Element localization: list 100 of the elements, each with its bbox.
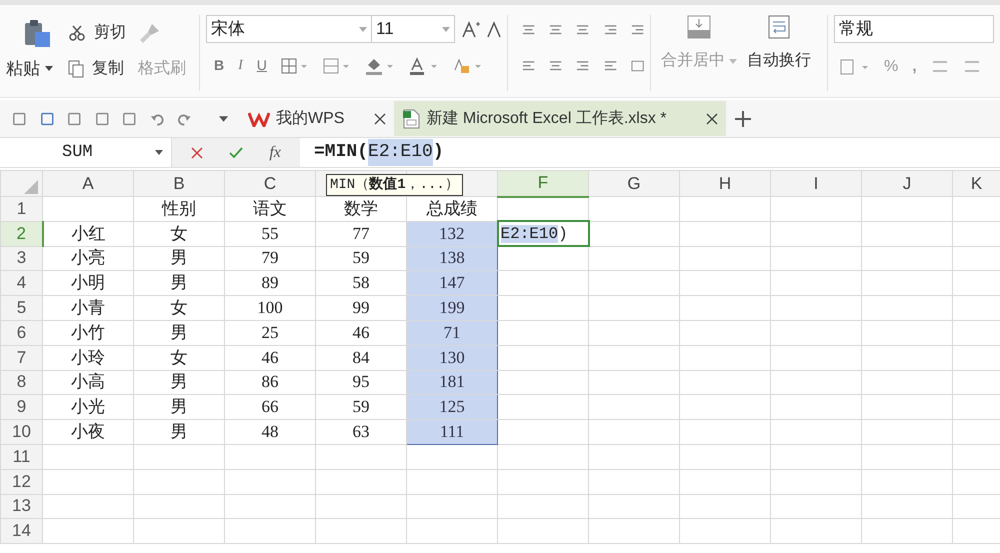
column-header[interactable]: C <box>224 170 316 196</box>
wrap-text-icon <box>768 15 790 39</box>
table-cell: 女 <box>134 345 224 370</box>
table-cell: 小红 <box>42 221 134 246</box>
table-cell: 男 <box>134 370 224 395</box>
table-cell: 男 <box>134 394 224 420</box>
table-cell: 89 <box>224 270 316 296</box>
table-cell: 199 <box>406 296 498 320</box>
column-header[interactable]: J <box>862 170 952 196</box>
table-cell: 小光 <box>42 394 134 420</box>
copy-icon <box>68 60 84 78</box>
dropdown-arrow-icon[interactable] <box>218 116 228 122</box>
fill-color-icon[interactable] <box>364 56 395 74</box>
column-header[interactable]: G <box>588 170 680 196</box>
row-header[interactable]: 11 <box>0 444 42 470</box>
row-header[interactable]: 1 <box>0 196 42 222</box>
table-cell: 语文 <box>224 196 316 222</box>
italic-button[interactable]: I <box>238 55 243 76</box>
row-header[interactable]: 8 <box>0 370 42 395</box>
table-cell: 86 <box>224 370 316 395</box>
font-name-field[interactable]: 宋体 <box>206 15 372 43</box>
table-cell: 男 <box>134 320 224 346</box>
number-format-field[interactable]: 常规 <box>834 15 994 43</box>
table-cell: 95 <box>316 370 406 395</box>
insert-function-button[interactable]: fx <box>269 140 281 164</box>
merge-center-icon <box>687 15 711 39</box>
table-cell: 77 <box>316 221 406 246</box>
row-header[interactable]: 2 <box>0 221 42 246</box>
row-header[interactable]: 6 <box>0 320 42 346</box>
column-header[interactable]: A <box>42 170 134 196</box>
row-header[interactable]: 14 <box>0 518 42 544</box>
table-cell: 138 <box>406 246 498 271</box>
column-header[interactable]: K <box>952 170 1000 196</box>
caret-icon <box>729 58 737 64</box>
merge-cells-icon[interactable] <box>322 58 351 74</box>
table-cell: 111 <box>406 420 498 444</box>
row-header[interactable]: 5 <box>0 296 42 320</box>
close-icon <box>706 112 718 124</box>
shrink-font-icon[interactable] <box>487 19 501 39</box>
table-cell: 48 <box>224 420 316 444</box>
table-cell: 小亮 <box>42 246 134 271</box>
bold-button[interactable]: B <box>214 55 224 76</box>
grow-font-icon[interactable] <box>461 19 481 39</box>
table-cell: 数学 <box>316 196 406 222</box>
table-cell: 46 <box>316 320 406 346</box>
row-header[interactable]: 3 <box>0 246 42 271</box>
column-header[interactable]: F <box>498 170 588 196</box>
table-cell: 小青 <box>42 296 134 320</box>
formula-field[interactable]: =MIN(E2:E10) <box>300 138 1000 167</box>
document-tab[interactable]: 我的WPS <box>240 101 394 136</box>
table-cell: 25 <box>224 320 316 346</box>
table-cell[interactable]: E2:E10) <box>498 221 588 246</box>
table-cell: 小高 <box>42 370 134 395</box>
w-logo-icon <box>248 110 270 126</box>
select-all-icon[interactable] <box>24 180 38 194</box>
clear-format-icon[interactable] <box>452 56 483 74</box>
table-cell: 性别 <box>134 196 224 222</box>
cut-button[interactable]: 剪切 <box>68 21 138 45</box>
row-header[interactable]: 9 <box>0 394 42 420</box>
scissors-icon <box>68 24 86 42</box>
underline-button[interactable]: U <box>256 55 267 76</box>
table-cell: 63 <box>316 420 406 444</box>
close-icon <box>374 112 386 124</box>
confirm-icon[interactable] <box>229 146 244 158</box>
table-cell: 男 <box>134 420 224 444</box>
row-header[interactable]: 12 <box>0 469 42 494</box>
column-header[interactable]: B <box>134 170 224 196</box>
font-size-field[interactable]: 11 <box>371 15 455 43</box>
document-tab[interactable]: 新建 Microsoft Excel 工作表.xlsx * <box>394 101 726 136</box>
new-tab-icon[interactable] <box>734 110 752 128</box>
table-cell: 59 <box>316 394 406 420</box>
cancel-icon[interactable] <box>191 146 204 158</box>
table-cell: 58 <box>316 270 406 296</box>
table-cell: 181 <box>406 370 498 395</box>
table-cell: 男 <box>134 270 224 296</box>
table-cell: 125 <box>406 394 498 420</box>
table-cell: 小玲 <box>42 345 134 370</box>
dropdown-arrow-icon[interactable] <box>155 150 163 155</box>
table-cell: 男 <box>134 246 224 271</box>
brush-icon[interactable] <box>138 21 162 45</box>
paste-icon[interactable] <box>22 18 52 48</box>
wrap-text-button[interactable]: 自动换行 <box>747 15 811 91</box>
table-cell: 46 <box>224 345 316 370</box>
table-cell: 女 <box>134 221 224 246</box>
table-cell: 小竹 <box>42 320 134 346</box>
row-header[interactable]: 4 <box>0 270 42 296</box>
column-header[interactable]: H <box>680 170 770 196</box>
font-color-icon[interactable] <box>408 56 439 74</box>
row-header[interactable]: 7 <box>0 345 42 370</box>
row-header[interactable]: 10 <box>0 420 42 444</box>
table-cell: 130 <box>406 345 498 370</box>
table-cell: 147 <box>406 270 498 296</box>
copy-button[interactable]: 复制 <box>68 57 138 81</box>
table-cell: 小夜 <box>42 420 134 444</box>
border-icon[interactable] <box>280 58 309 74</box>
table-cell: 55 <box>224 221 316 246</box>
column-header[interactable]: I <box>770 170 862 196</box>
paste-button[interactable]: 粘贴 <box>6 56 68 82</box>
table-cell: 总成绩 <box>406 196 498 222</box>
row-header[interactable]: 13 <box>0 494 42 519</box>
